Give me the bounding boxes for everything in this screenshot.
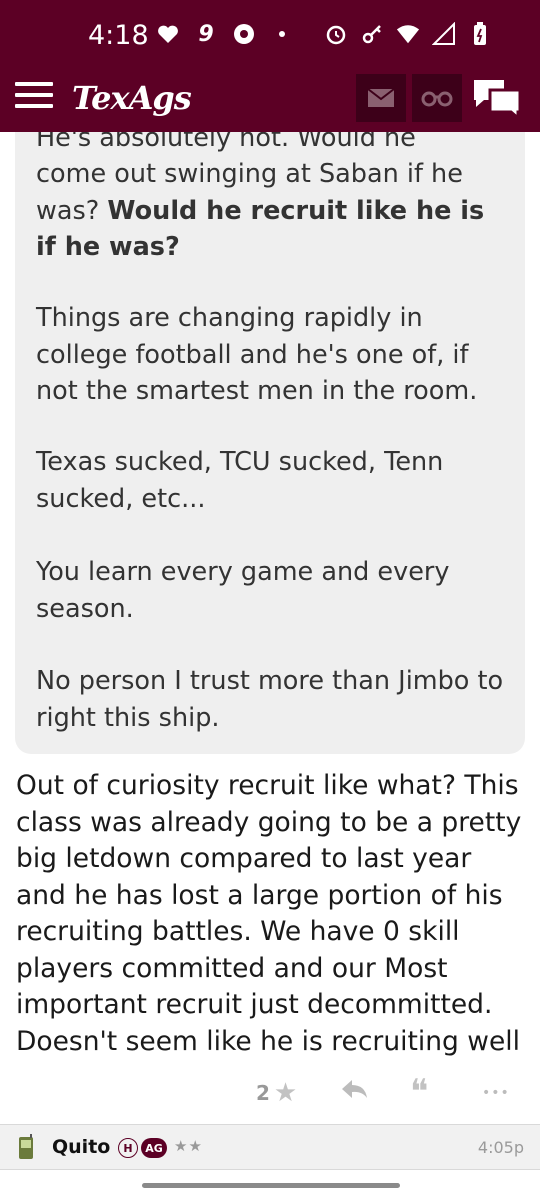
site-logo[interactable]: TexAgs	[72, 79, 192, 117]
more-icon: •••	[482, 1085, 510, 1101]
h-badge: H	[118, 1138, 138, 1158]
signal-icon	[432, 22, 456, 46]
chat-icon	[474, 80, 522, 122]
phone-icon	[16, 1134, 36, 1164]
like-button[interactable]: 2 ★	[256, 1078, 297, 1108]
next-post-header[interactable]: Quito H AG ★★ 4:05p	[0, 1124, 540, 1170]
post-actions: 2 ★ ❝ •••	[0, 1072, 540, 1112]
status-bar: 4:18 9	[0, 0, 540, 70]
key-icon	[360, 22, 384, 46]
star-icon: ★	[273, 1078, 298, 1108]
quote-paragraph: No person I trust more than Jimbo to rig…	[36, 666, 504, 733]
mail-button[interactable]	[356, 74, 406, 122]
binoculars-button[interactable]	[412, 74, 462, 122]
gesture-bar[interactable]	[142, 1183, 400, 1188]
chrome-icon	[232, 22, 256, 46]
app-header: TexAgs	[0, 70, 540, 132]
nine-icon: 9	[198, 21, 214, 47]
dot-icon	[270, 22, 294, 46]
clock: 4:18	[88, 20, 149, 51]
battery-icon	[468, 22, 492, 46]
heart-icon	[156, 22, 180, 46]
wifi-icon	[396, 22, 420, 46]
alarm-icon	[324, 22, 348, 46]
mail-icon	[367, 88, 395, 107]
ag-badge: AG	[141, 1138, 167, 1158]
system-icons	[324, 22, 492, 46]
like-count: 2	[256, 1081, 270, 1105]
more-button[interactable]: •••	[482, 1078, 510, 1103]
post-time: 4:05p	[477, 1138, 524, 1157]
menu-icon[interactable]	[15, 82, 53, 112]
reply-button[interactable]	[340, 1078, 368, 1106]
quote-button[interactable]: ❝	[410, 1075, 428, 1109]
chat-button[interactable]	[470, 76, 526, 124]
quote-paragraph: You learn every game and every season.	[36, 557, 450, 624]
quote-paragraph: Things are changing rapidly in college f…	[36, 303, 478, 406]
quoted-post: He's absolutely not. Would he come out s…	[15, 105, 525, 754]
quote-paragraph: come out swinging at Saban if he was? Wo…	[36, 156, 506, 266]
quote-paragraph: Texas sucked, TCU sucked, Tenn sucked, e…	[36, 447, 444, 514]
quote-icon: ❝	[410, 1072, 429, 1112]
notification-icons: 9	[156, 21, 294, 47]
rank-stars: ★★	[174, 1137, 203, 1155]
post-body: Out of curiosity recruit like what? This…	[16, 770, 522, 1057]
binoculars-icon	[421, 91, 453, 107]
reply-icon	[342, 1080, 367, 1098]
username[interactable]: Quito	[52, 1136, 110, 1158]
